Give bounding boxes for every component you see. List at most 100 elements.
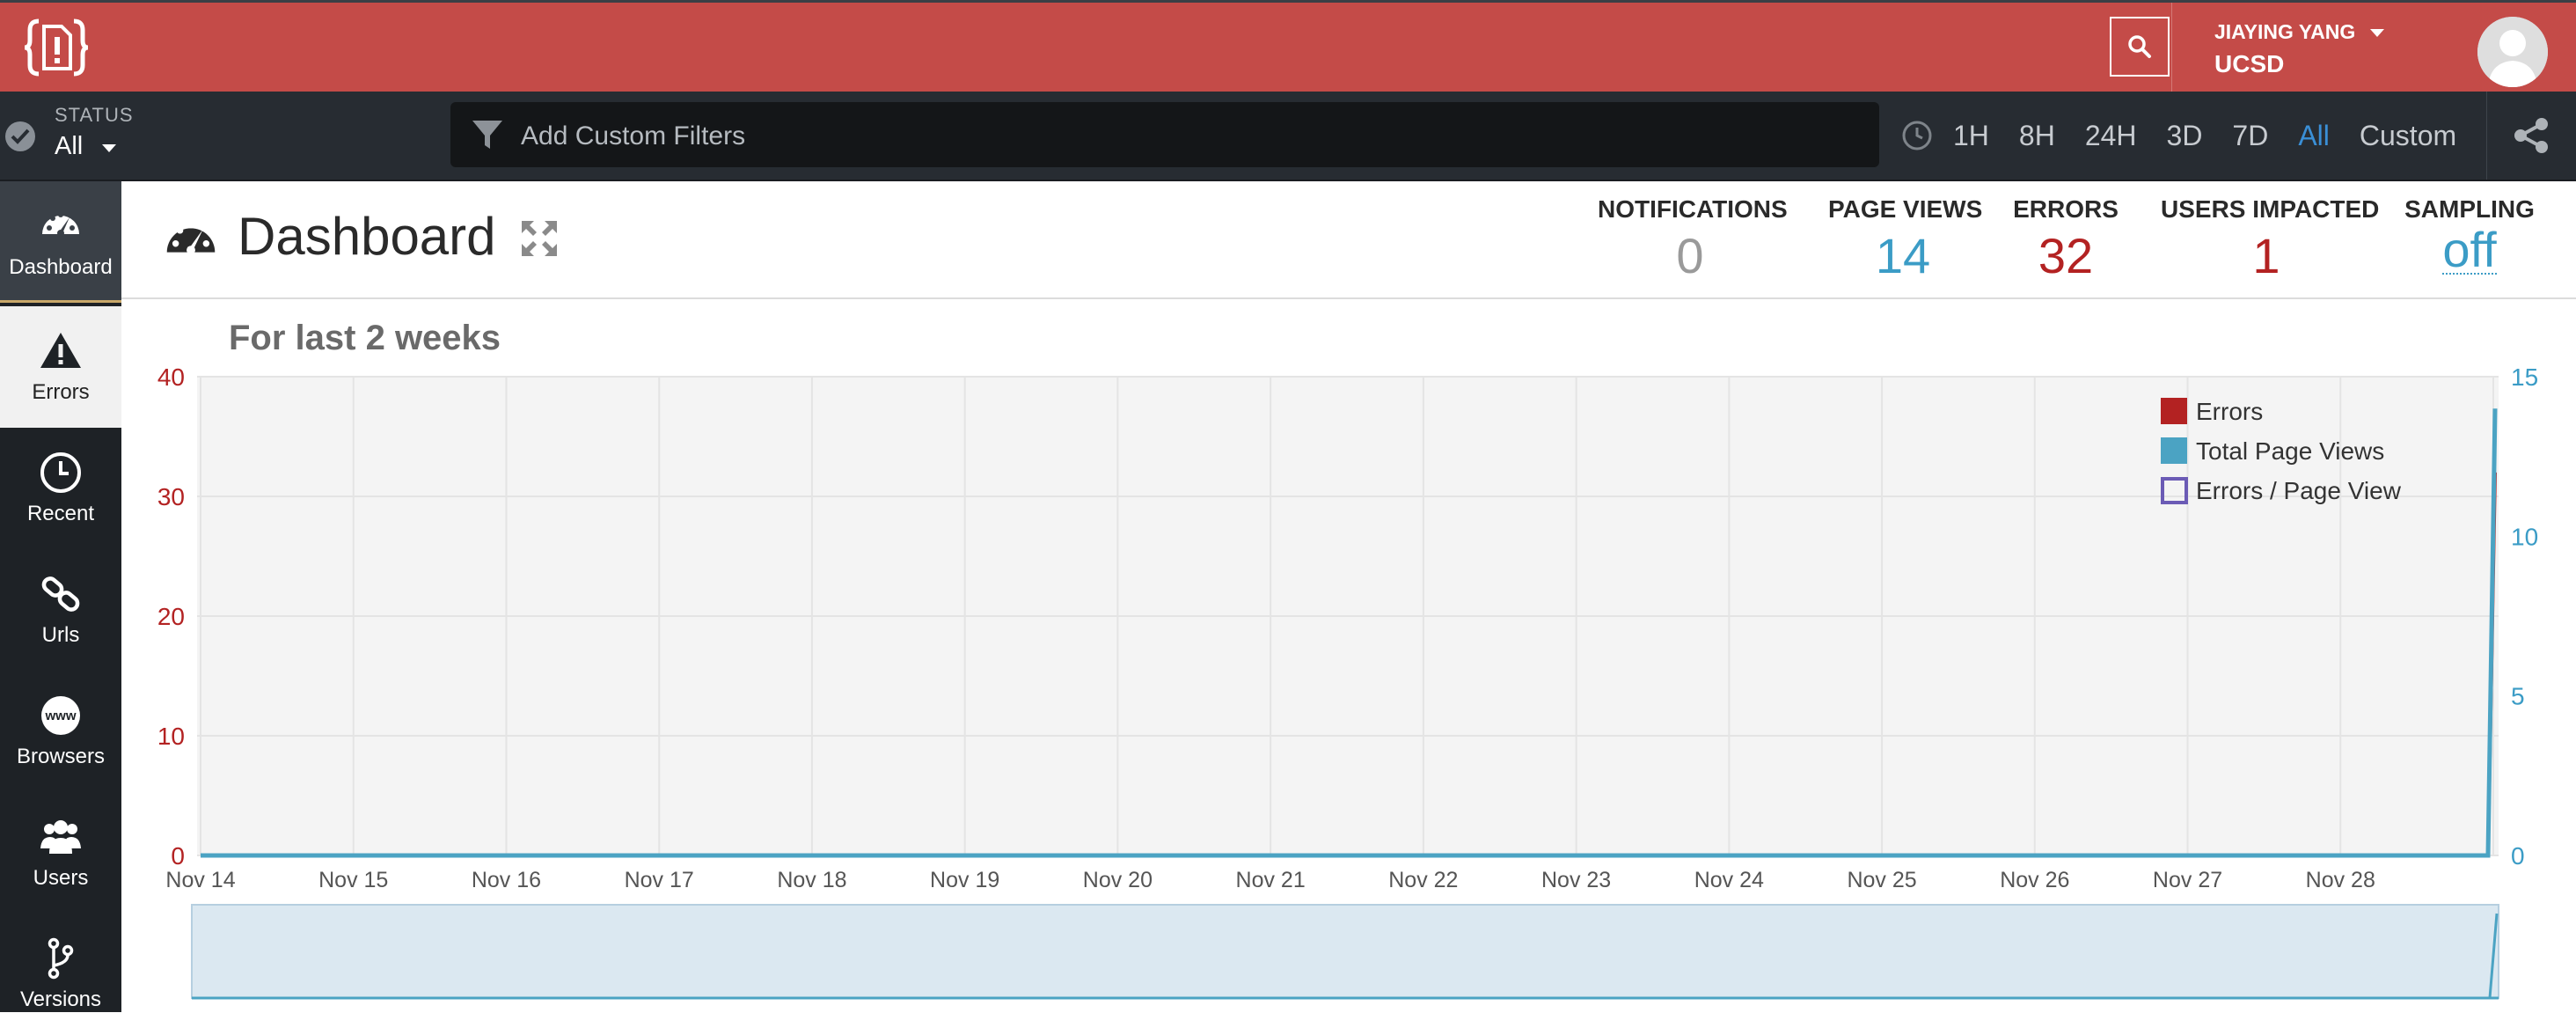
time-range-all[interactable]: All (2298, 120, 2330, 152)
search-button[interactable] (2110, 17, 2170, 77)
x-tick-label: Nov 15 (318, 868, 388, 892)
status-label: STATUS (55, 104, 134, 126)
top-bar: JIAYING YANG UCSD (0, 0, 2576, 92)
time-range-selector: 1H 8H 24H 3D 7D All Custom (1900, 92, 2456, 180)
user-name: JIAYING YANG (2214, 20, 2356, 43)
x-tick-label: Nov 16 (472, 868, 541, 892)
sidebar-label-urls: Urls (41, 623, 80, 647)
toolbar: STATUS All Add Custom Filters 1H 8H 24H … (0, 92, 2576, 181)
user-avatar-icon (2477, 17, 2548, 87)
y-right-tick-label: 0 (2511, 842, 2525, 870)
x-tick-label: Nov 18 (777, 868, 846, 892)
status-value: All (55, 132, 84, 160)
caret-down-icon (102, 144, 117, 152)
y-right-tick-label: 15 (2511, 363, 2538, 391)
stat-label: PAGE VIEWS (1828, 195, 1983, 223)
share-button[interactable] (2486, 92, 2576, 180)
user-org: UCSD (2214, 50, 2285, 77)
errors-pageviews-chart: 0 10 20 30 40 0 5 10 15 Nov 14 Nov 15 Nov 16 Nov 17 N… (157, 363, 2538, 1000)
sidebar-item-users[interactable]: Users (0, 792, 121, 914)
stat-value: 1 (2252, 228, 2280, 283)
y-left-tick-label: 20 (157, 603, 185, 630)
chart-section: For last 2 weeks 0 10 20 30 40 0 5 10 15 Nov 14 No… (121, 299, 2576, 1012)
sidebar-item-errors[interactable]: Errors (0, 306, 121, 428)
chart-navigator (191, 904, 2499, 1000)
branch-icon (48, 937, 74, 980)
filter-icon (472, 121, 502, 149)
avatar[interactable] (2477, 17, 2548, 87)
time-range-custom[interactable]: Custom (2360, 120, 2456, 152)
stat-value: 14 (1875, 228, 1931, 283)
check-circle-icon (5, 121, 35, 151)
search-icon (2128, 35, 2151, 58)
sidebar-label-dashboard: Dashboard (9, 255, 113, 279)
y-left-tick-label: 40 (157, 363, 185, 391)
sidebar-label-versions: Versions (19, 987, 102, 1011)
expand-icon[interactable] (519, 218, 560, 259)
stat-errors[interactable]: ERRORS 32 (2013, 195, 2119, 284)
stat-notifications[interactable]: NOTIFICATIONS 0 (1598, 195, 1788, 284)
sidebar-item-urls[interactable]: Urls (0, 549, 121, 671)
time-range-3d[interactable]: 3D (2167, 120, 2203, 152)
stat-label: SAMPLING (2404, 195, 2535, 223)
stat-value[interactable]: off (2442, 225, 2497, 275)
user-menu[interactable]: JIAYING YANG UCSD (2171, 3, 2384, 92)
gauge-icon (42, 212, 79, 237)
x-tick-label: Nov 22 (1388, 868, 1458, 892)
x-tick-label: Nov 19 (930, 868, 999, 892)
stat-label: ERRORS (2013, 195, 2119, 223)
legend-swatch (2161, 398, 2187, 424)
stat-label: USERS IMPACTED (2161, 195, 2380, 223)
clock-icon (40, 452, 81, 493)
warning-icon (40, 333, 81, 368)
legend-label: Errors (2196, 398, 2263, 425)
time-range-8h[interactable]: 8H (2019, 120, 2055, 152)
status-dropdown[interactable]: STATUS All (0, 92, 431, 180)
x-tick-label: Nov 17 (625, 868, 694, 892)
x-tick-label: Nov 27 (2153, 868, 2222, 892)
time-range-24h[interactable]: 24H (2085, 120, 2137, 152)
y-left-tick-label: 30 (157, 483, 185, 510)
y-left-tick-label: 0 (171, 842, 185, 870)
y-right-tick-label: 5 (2511, 683, 2525, 710)
sidebar-label-recent: Recent (26, 502, 95, 525)
stat-value: 0 (1676, 228, 1704, 283)
svg-text:www: www (44, 708, 76, 723)
sidebar-label-browsers: Browsers (16, 745, 106, 768)
stat-page-views[interactable]: PAGE VIEWS 14 (1828, 195, 1983, 284)
app-logo[interactable] (0, 3, 113, 92)
clock-icon (1902, 121, 1932, 150)
share-icon (2514, 118, 2548, 153)
sidebar-item-versions[interactable]: Versions (0, 914, 121, 1035)
page-header: Dashboard NOTIFICATIONS 0 PAGE VIEWS 14 … (121, 181, 2576, 299)
legend-swatch (2161, 437, 2187, 464)
stat-sampling[interactable]: SAMPLING off (2404, 195, 2536, 275)
sidebar-item-recent[interactable]: Recent (0, 428, 121, 549)
time-range-1h[interactable]: 1H (1953, 120, 1989, 152)
x-tick-label: Nov 28 (2306, 868, 2375, 892)
link-icon (41, 576, 80, 612)
sidebar: Dashboard Errors Recent Urls www Browser… (0, 181, 121, 1012)
navigator-range (191, 904, 2499, 999)
y-left-tick-label: 10 (157, 723, 185, 750)
x-tick-label: Nov 21 (1236, 868, 1306, 892)
legend-label: Errors / Page View (2196, 477, 2402, 504)
custom-filter-input[interactable]: Add Custom Filters (450, 102, 1879, 167)
page-title: Dashboard (238, 207, 496, 266)
stat-users-impacted[interactable]: USERS IMPACTED 1 (2161, 195, 2380, 284)
x-tick-label: Nov 26 (2000, 868, 2069, 892)
chart-grid (197, 376, 2499, 856)
sidebar-label-users: Users (33, 866, 89, 890)
time-range-7d[interactable]: 7D (2232, 120, 2268, 152)
sidebar-item-browsers[interactable]: www Browsers (0, 671, 121, 792)
x-tick-label: Nov 14 (165, 868, 235, 892)
caret-down-icon (2369, 29, 2384, 37)
x-tick-label: Nov 25 (1847, 868, 1916, 892)
x-tick-label: Nov 23 (1541, 868, 1611, 892)
x-tick-label: Nov 20 (1083, 868, 1153, 892)
filter-placeholder: Add Custom Filters (521, 121, 746, 150)
stat-value: 32 (2038, 228, 2094, 283)
sidebar-label-errors: Errors (32, 380, 90, 404)
x-tick-label: Nov 24 (1694, 868, 1764, 892)
sidebar-item-dashboard[interactable]: Dashboard (0, 181, 121, 303)
